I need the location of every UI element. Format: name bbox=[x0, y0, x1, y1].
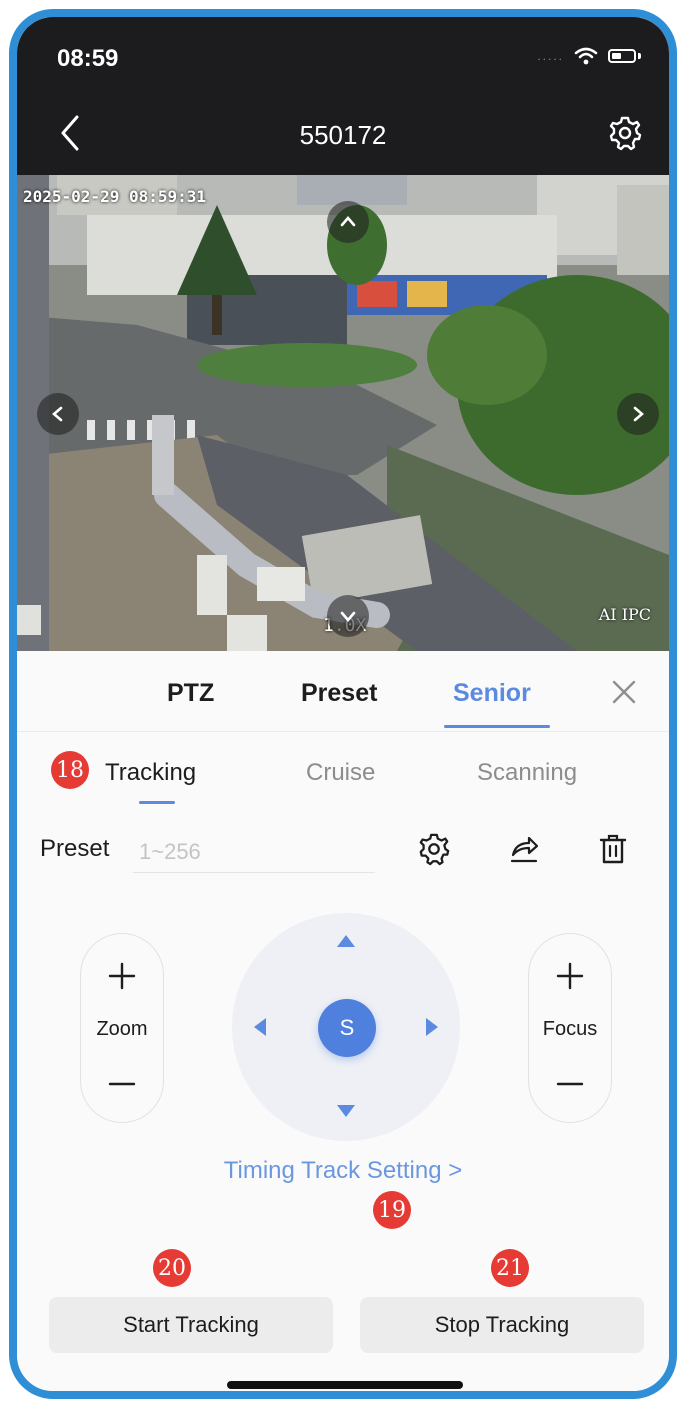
camera-view[interactable]: 2025-02-29 08:59:31 1.0X AI IPC bbox=[17, 175, 669, 651]
wifi-icon bbox=[574, 47, 598, 65]
focus-in-button[interactable] bbox=[529, 956, 611, 996]
preset-goto-button[interactable] bbox=[504, 829, 544, 869]
focus-control: Focus bbox=[528, 933, 612, 1123]
gear-icon bbox=[419, 833, 450, 866]
zoom-out-button[interactable] bbox=[81, 1064, 163, 1104]
minus-icon bbox=[108, 1082, 136, 1086]
camera-image bbox=[17, 175, 669, 651]
stop-tracking-button[interactable]: Stop Tracking bbox=[360, 1297, 644, 1353]
joystick-right-button[interactable] bbox=[420, 1015, 444, 1039]
annotation-badge-19: 19 bbox=[373, 1191, 411, 1229]
subtab-scanning[interactable]: Scanning bbox=[477, 759, 577, 787]
top-header: 08:59 ..... 550172 bbox=[17, 17, 669, 175]
camera-timestamp: 2025-02-29 08:59:31 bbox=[23, 187, 207, 206]
pan-left-button[interactable] bbox=[37, 393, 79, 435]
ptz-joystick[interactable]: S bbox=[232, 913, 460, 1141]
subtab-cruise[interactable]: Cruise bbox=[306, 759, 375, 787]
focus-out-button[interactable] bbox=[529, 1064, 611, 1104]
triangle-up-icon bbox=[337, 935, 355, 947]
pan-right-button[interactable] bbox=[617, 393, 659, 435]
joystick-center-button[interactable]: S bbox=[318, 999, 376, 1057]
annotation-badge-21: 21 bbox=[491, 1249, 529, 1287]
chevron-right-icon bbox=[633, 406, 644, 422]
triangle-right-icon bbox=[426, 1018, 438, 1036]
timing-track-setting-link[interactable]: Timing Track Setting > bbox=[17, 1157, 669, 1185]
subtab-tracking[interactable]: Tracking bbox=[105, 759, 196, 787]
triangle-down-icon bbox=[337, 1105, 355, 1117]
camera-brand-watermark: AI IPC bbox=[598, 605, 651, 624]
gear-icon[interactable] bbox=[607, 115, 643, 151]
device-title: 550172 bbox=[299, 120, 387, 150]
tab-senior[interactable]: Senior bbox=[453, 679, 531, 708]
focus-label: Focus bbox=[542, 1018, 598, 1040]
preset-delete-button[interactable] bbox=[593, 829, 633, 869]
signal-icon: ..... bbox=[537, 49, 564, 63]
status-time: 08:59 bbox=[57, 45, 119, 72]
joystick-left-button[interactable] bbox=[248, 1015, 272, 1039]
trash-icon bbox=[599, 834, 627, 864]
phone-frame: 08:59 ..... 550172 2025-02-29 08:59:31 A… bbox=[9, 9, 677, 1399]
joystick-down-button[interactable] bbox=[334, 1099, 358, 1123]
preset-label: Preset bbox=[40, 835, 110, 862]
main-tabs: PTZ Preset Senior bbox=[17, 651, 669, 732]
preset-settings-button[interactable] bbox=[414, 829, 454, 869]
minus-icon bbox=[556, 1082, 584, 1086]
joystick-up-button[interactable] bbox=[334, 929, 358, 953]
tab-ptz[interactable]: PTZ bbox=[167, 679, 214, 708]
triangle-left-icon bbox=[254, 1018, 266, 1036]
subtab-active-indicator bbox=[139, 801, 175, 804]
chevron-down-icon bbox=[340, 611, 356, 622]
tab-preset[interactable]: Preset bbox=[301, 679, 377, 708]
annotation-badge-18: 18 bbox=[51, 751, 89, 789]
plus-icon bbox=[108, 962, 136, 990]
battery-icon bbox=[608, 49, 636, 63]
tab-active-indicator bbox=[444, 725, 550, 728]
chevron-left-icon bbox=[52, 406, 63, 422]
pan-up-button[interactable] bbox=[327, 201, 369, 243]
zoom-control: Zoom bbox=[80, 933, 164, 1123]
start-tracking-button[interactable]: Start Tracking bbox=[49, 1297, 333, 1353]
share-arrow-icon bbox=[510, 836, 539, 863]
annotation-badge-20: 20 bbox=[153, 1249, 191, 1287]
preset-number-input[interactable] bbox=[133, 831, 375, 873]
close-icon[interactable] bbox=[609, 677, 639, 707]
battery-tip bbox=[638, 53, 641, 59]
status-icons: ..... bbox=[537, 47, 641, 65]
zoom-label: Zoom bbox=[96, 1018, 148, 1040]
zoom-in-button[interactable] bbox=[81, 956, 163, 996]
home-indicator[interactable] bbox=[227, 1381, 463, 1389]
chevron-up-icon bbox=[340, 216, 356, 227]
plus-icon bbox=[556, 962, 584, 990]
control-panel: PTZ Preset Senior 18 Tracking Cruise Sca… bbox=[17, 651, 669, 1391]
pan-down-button[interactable] bbox=[327, 595, 369, 637]
